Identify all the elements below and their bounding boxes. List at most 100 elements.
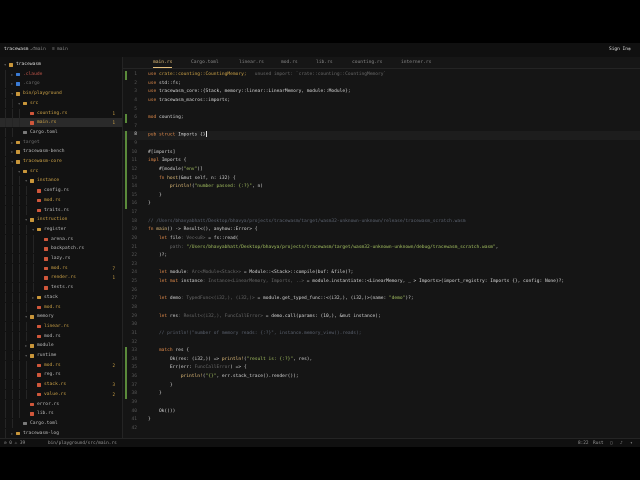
code-line[interactable]: 16} [123, 200, 640, 210]
file-item[interactable]: traits.rs [0, 205, 122, 215]
file-item[interactable]: lib.rs [0, 409, 122, 419]
file-item[interactable]: mod.rs 7 [0, 263, 122, 273]
chevron-down-icon[interactable]: ▾ [11, 89, 13, 98]
code-line[interactable]: 13 fn host(&mut self, n: i32) { [123, 174, 640, 184]
folder-item[interactable]: ▸ tracewasm-log [0, 428, 122, 438]
code-line[interactable]: 25 let mut instance: Instance<LinearMemo… [123, 278, 640, 287]
code-line[interactable]: 3 use tracewasm_core::{Stack, memory::lin… [123, 88, 640, 97]
chevron-down-icon[interactable]: ▾ [11, 157, 13, 166]
code-line[interactable]: 32 [123, 339, 640, 348]
chevron-down-icon[interactable]: ▾ [25, 351, 27, 360]
code-line[interactable]: 34 Ok(res: (i32,)) => println!("result i… [123, 355, 640, 365]
code-line[interactable]: 35 Err(err: FuncCallError) => { [123, 364, 640, 373]
code-line[interactable]: 7 [123, 123, 640, 132]
folder-item[interactable]: ▸ .cargo [0, 79, 122, 89]
user-menu-icon[interactable]: ◉ [628, 43, 631, 57]
file-item[interactable]: linear.rs [0, 321, 122, 331]
code-line[interactable]: 23 [123, 261, 640, 270]
chevron-right-icon[interactable]: ▸ [11, 138, 13, 147]
code-line[interactable]: 5 [123, 106, 640, 115]
language-mode[interactable]: Rust [593, 439, 604, 447]
file-item[interactable]: config.rs [0, 186, 122, 196]
code-line[interactable]: 33 match res { [123, 347, 640, 356]
code-line[interactable]: 8 pub struct Imports {} [123, 131, 640, 140]
code-editor[interactable]: 1 use crate::counting::CountingMemory; un… [123, 69, 640, 438]
chevron-right-icon[interactable]: ▸ [11, 429, 13, 438]
diagnostics-indicator[interactable]: ⊘ 0 ⚠ 39 [4, 439, 25, 447]
file-item[interactable]: mod.rs [0, 195, 122, 205]
chevron-right-icon[interactable]: ▸ [32, 293, 34, 302]
folder-item[interactable]: ▾ runtime [0, 351, 122, 360]
chevron-right-icon[interactable]: ▸ [25, 341, 27, 350]
chevron-right-icon[interactable]: ▸ [11, 70, 13, 79]
code-line[interactable]: 27 let demo: TypedFunc<(i32,), (i32,)> =… [123, 295, 640, 304]
file-item[interactable]: arena.rs [0, 234, 122, 244]
cursor-position[interactable]: 8:22 [578, 439, 589, 447]
tab-linear-rs[interactable]: linear.rs [239, 57, 264, 68]
chevron-down-icon[interactable]: ▾ [4, 60, 6, 69]
tab-cargo-toml[interactable]: Cargo.toml [191, 57, 219, 68]
code-line[interactable]: 38 } [123, 390, 640, 399]
code-line[interactable]: 11 impl Imports { [123, 157, 640, 166]
folder-item[interactable]: ▸ module [0, 341, 122, 351]
file-item[interactable]: mod.rs [0, 302, 122, 312]
code-line[interactable]: 19 fn main() -> Result<(), anyhow::Error>… [123, 226, 640, 235]
panel-toggle-icon[interactable]: ▢ [610, 439, 613, 447]
code-line[interactable]: 20 let file: Vec<u8> = fs::read( [123, 235, 640, 244]
code-line[interactable]: 42 [123, 425, 640, 434]
sign-in-button[interactable]: Sign In [609, 43, 628, 57]
code-line[interactable]: 6 mod counting; [123, 114, 640, 123]
code-line[interactable]: 15 } [123, 191, 640, 201]
code-line[interactable]: 29 let res: Result<(i32,), FuncCallError… [123, 313, 640, 322]
folder-item[interactable]: ▸ stack [0, 292, 122, 302]
file-item[interactable]: reg.rs [0, 370, 122, 380]
chevron-right-icon[interactable]: ▸ [11, 79, 13, 88]
folder-item[interactable]: ▸ tracewasm-bench [0, 147, 122, 157]
chevron-right-icon[interactable]: ▸ [11, 147, 13, 156]
file-item[interactable]: error.rs [0, 399, 122, 409]
code-line[interactable]: 41} [123, 416, 640, 425]
code-line[interactable]: 26 [123, 287, 640, 296]
file-item[interactable]: Cargo.toml [0, 418, 122, 428]
file-item[interactable]: stack.rs 3 [0, 380, 122, 390]
code-line[interactable]: 28 [123, 304, 640, 313]
folder-item[interactable]: ▾ register [0, 224, 122, 234]
tab-mod-rs[interactable]: mod.rs [281, 57, 298, 68]
file-item[interactable]: Cargo.toml [0, 127, 122, 137]
code-line[interactable]: 10 #[imports] [123, 148, 640, 158]
file-item[interactable]: mod.rs 2 [0, 360, 122, 370]
code-line[interactable]: 14 println!("number passed: {:?}", n) [123, 183, 640, 192]
code-line[interactable]: 18 // /Users/bhavyabhatt/Desktop/bhavya/p… [123, 218, 640, 227]
tab-interner-rs[interactable]: interner.rs [401, 57, 431, 68]
folder-item[interactable]: ▾ tracewasm-core [0, 157, 122, 166]
code-line[interactable]: 17 [123, 209, 640, 218]
chevron-down-icon[interactable]: ▾ [25, 176, 27, 185]
file-item[interactable]: render.rs 1 [0, 273, 122, 283]
folder-item[interactable]: ▾ src [0, 98, 122, 108]
code-line[interactable]: 30 [123, 321, 640, 330]
code-line[interactable]: 2 use std::fs; [123, 80, 640, 89]
folder-item[interactable]: ▾ instruction [0, 215, 122, 225]
chevron-down-icon[interactable]: ▾ [18, 167, 20, 176]
code-line[interactable]: 9 [123, 140, 640, 149]
chevron-down-icon[interactable]: ▾ [32, 225, 34, 234]
chevron-down-icon[interactable]: ▾ [18, 99, 20, 108]
branch-name[interactable]: main [35, 43, 46, 57]
file-item[interactable]: counting.rs 1 [0, 108, 122, 118]
folder-item[interactable]: ▾ src [0, 166, 122, 176]
menu-label[interactable]: main [57, 43, 68, 57]
file-item[interactable]: value.rs 2 [0, 389, 122, 399]
file-item[interactable]: backpatch.rs [0, 244, 122, 254]
folder-item[interactable]: ▾ memory [0, 312, 122, 322]
notifications-icon[interactable]: ♪ [620, 439, 623, 447]
tab-main-rs[interactable]: main.rs [153, 57, 173, 68]
code-line[interactable]: 1 use crate::counting::CountingMemory; un… [123, 71, 640, 80]
code-line[interactable]: 12 #[module("env")] [123, 165, 640, 175]
code-line[interactable]: 40 Ok(()) [123, 408, 640, 417]
code-line[interactable]: 24 let module: Arc<Module<Stack>> = Modu… [123, 269, 640, 278]
folder-item[interactable]: ▾ instance [0, 176, 122, 186]
chevron-down-icon[interactable]: ▾ [25, 215, 27, 224]
code-line[interactable]: 39 [123, 399, 640, 408]
code-line[interactable]: 21 path: "/Users/bhavyabhatt/Desktop/bha… [123, 244, 640, 253]
project-name[interactable]: tracewasm [4, 43, 28, 57]
